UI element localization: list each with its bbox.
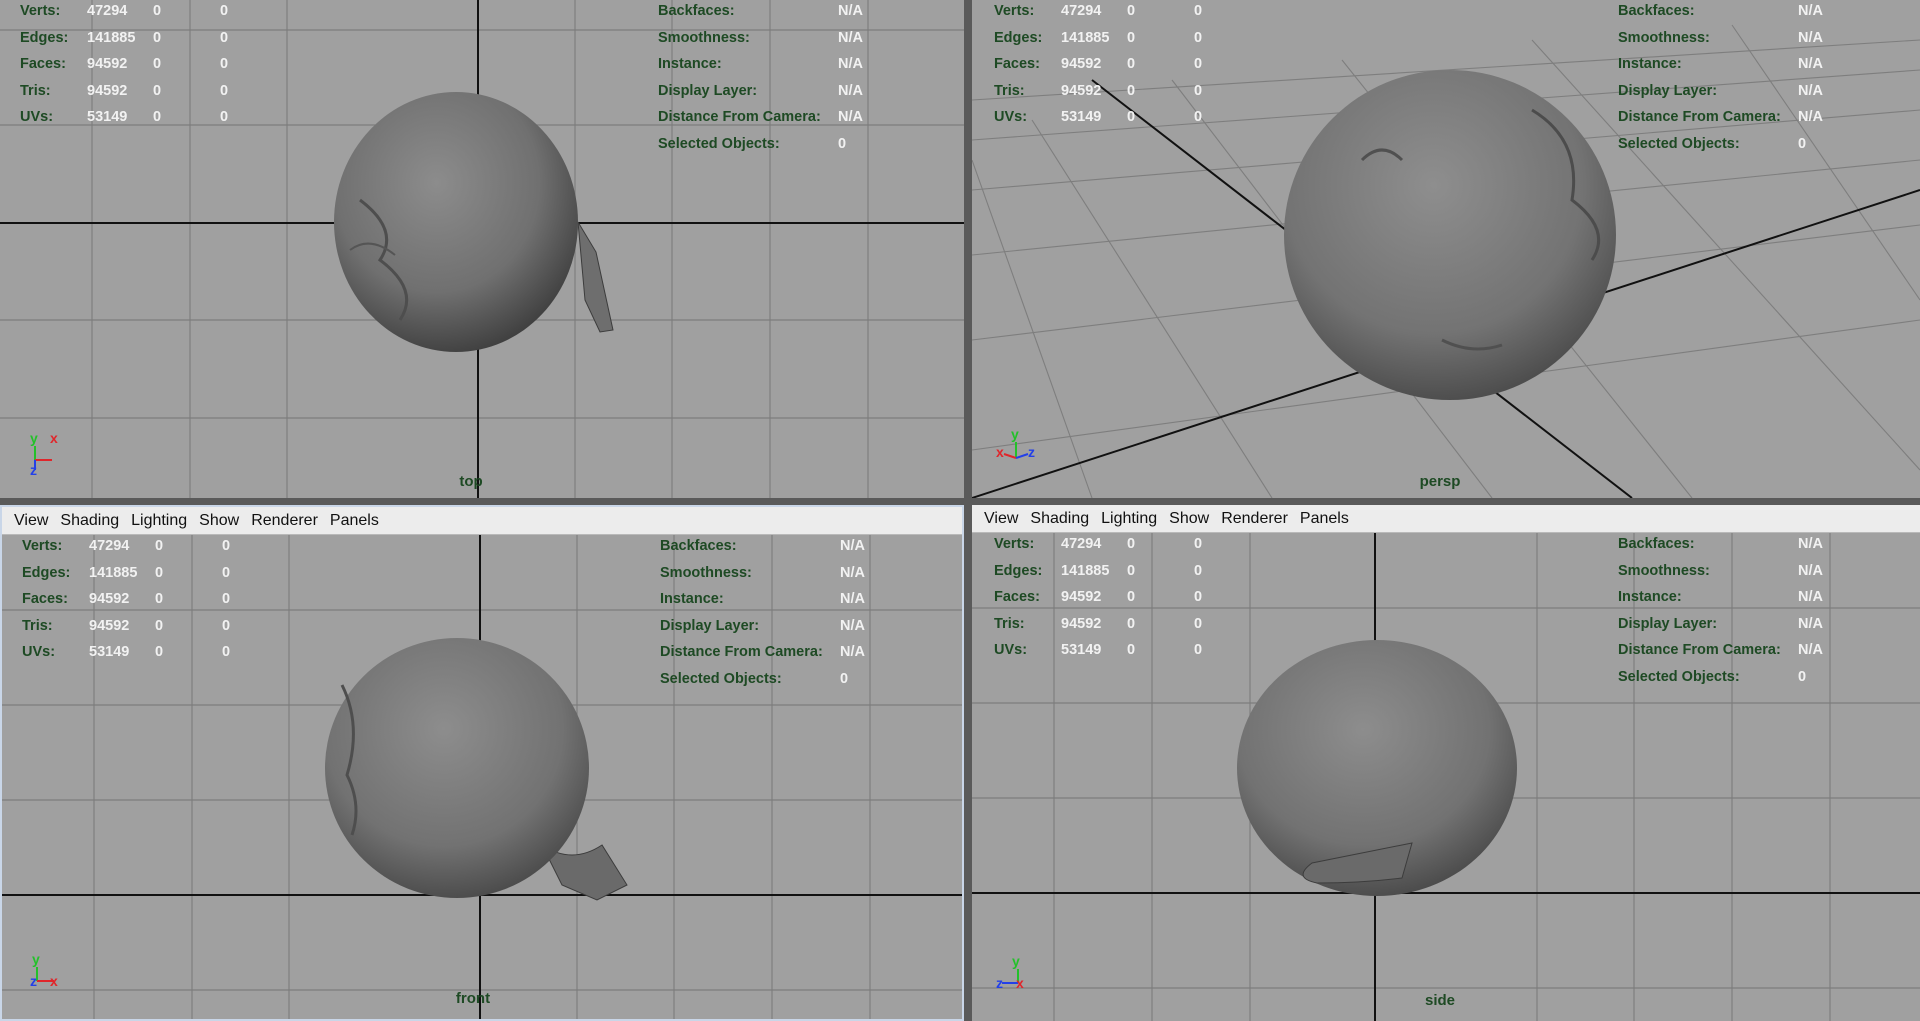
menu-shading[interactable]: Shading bbox=[1024, 510, 1095, 528]
menu-view[interactable]: View bbox=[8, 512, 54, 530]
menu-lighting[interactable]: Lighting bbox=[125, 512, 193, 530]
menu-renderer[interactable]: Renderer bbox=[245, 512, 324, 530]
menu-lighting[interactable]: Lighting bbox=[1095, 510, 1163, 528]
menu-renderer[interactable]: Renderer bbox=[1215, 510, 1294, 528]
viewport-canvas[interactable] bbox=[0, 0, 964, 498]
viewport-canvas[interactable] bbox=[2, 535, 962, 1019]
axis-indicator: y z x bbox=[996, 953, 1024, 991]
axis-indicator: y x z bbox=[30, 430, 58, 478]
mesh-object bbox=[325, 638, 589, 898]
panel-menubar: View Shading Lighting Show Renderer Pane… bbox=[972, 505, 1920, 533]
menu-panels[interactable]: Panels bbox=[1294, 510, 1355, 528]
viewport-top[interactable]: Verts: 47294 0 0 Edges: 141885 0 0 Faces: 94592 0 0… bbox=[0, 0, 964, 498]
axis-indicator: x y z bbox=[996, 426, 1035, 460]
menu-show[interactable]: Show bbox=[1163, 510, 1215, 528]
menu-shading[interactable]: Shading bbox=[54, 512, 125, 530]
menu-show[interactable]: Show bbox=[193, 512, 245, 530]
viewport-canvas[interactable] bbox=[972, 533, 1920, 1021]
viewport-canvas[interactable] bbox=[972, 0, 1920, 498]
viewport-persp[interactable]: Verts: 47294 0 0 Edges: 141885 0 0 Faces: 94592 0 0… bbox=[972, 0, 1920, 498]
mesh-object bbox=[1284, 70, 1616, 400]
viewport-side[interactable]: View Shading Lighting Show Renderer Pane… bbox=[972, 505, 1920, 1021]
menu-view[interactable]: View bbox=[978, 510, 1024, 528]
axis-indicator: y z x bbox=[30, 951, 58, 989]
viewport-front[interactable]: View Shading Lighting Show Renderer Pane… bbox=[0, 505, 964, 1021]
mesh-object bbox=[334, 92, 578, 352]
panel-menubar: View Shading Lighting Show Renderer Pane… bbox=[2, 507, 962, 535]
menu-panels[interactable]: Panels bbox=[324, 512, 385, 530]
